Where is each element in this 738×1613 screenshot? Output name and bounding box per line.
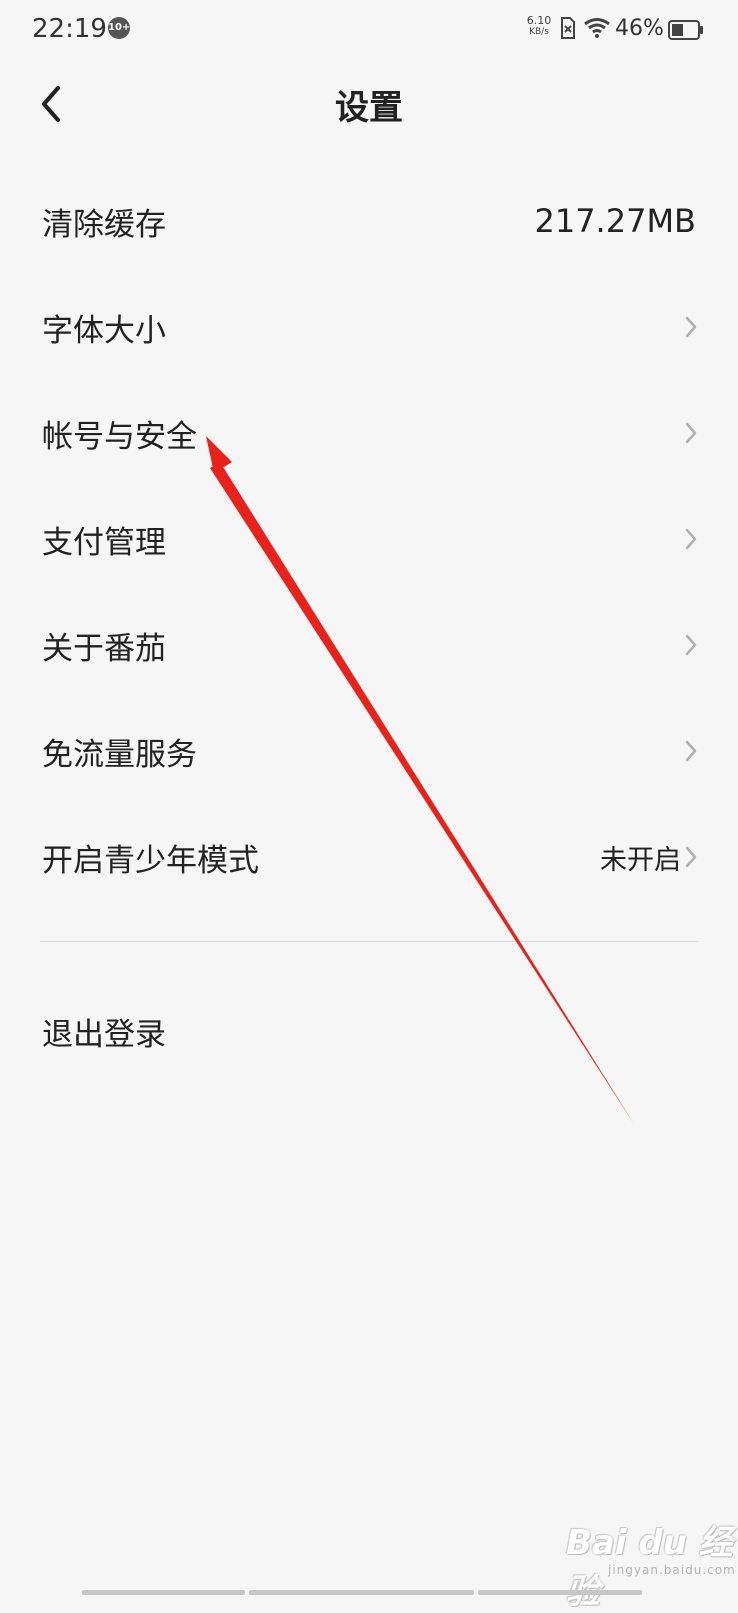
notification-badge-icon: 10+ (108, 17, 130, 39)
wifi-icon (584, 18, 610, 42)
settings-item-about[interactable]: 关于番茄 (0, 592, 738, 698)
cache-size-value: 217.27MB (534, 202, 696, 240)
battery-percent: 46% (615, 16, 664, 41)
settings-item-label: 支付管理 (42, 524, 166, 561)
chevron-right-icon (685, 846, 697, 868)
status-bar: 22:19 10+ 6.10 KB/s 46% (0, 0, 738, 60)
chevron-right-icon (685, 316, 697, 338)
sim-no-signal-icon (560, 17, 576, 43)
teen-mode-status: 未开启 (600, 844, 681, 876)
settings-item-label: 清除缓存 (42, 206, 166, 243)
bottom-nav-segment (82, 1590, 245, 1595)
chevron-right-icon (685, 740, 697, 762)
settings-item-account-security[interactable]: 帐号与安全 (0, 380, 738, 486)
settings-item-clear-cache[interactable]: 清除缓存 217.27MB (0, 168, 738, 274)
bottom-nav-segment (478, 1590, 642, 1595)
status-time: 22:19 (32, 14, 107, 44)
chevron-right-icon (685, 422, 697, 444)
settings-item-label: 关于番茄 (42, 630, 166, 667)
network-speed-value: 6.10 (526, 14, 552, 27)
logout-button[interactable]: 退出登录 (0, 975, 738, 1081)
settings-item-free-data[interactable]: 免流量服务 (0, 698, 738, 804)
watermark-site: jingyan.baidu.com (608, 1563, 736, 1577)
logout-label: 退出登录 (42, 1017, 166, 1053)
baidu-watermark: Bai du 经验 jingyan.baidu.com (566, 1515, 738, 1613)
settings-item-font-size[interactable]: 字体大小 (0, 274, 738, 380)
settings-item-payment[interactable]: 支付管理 (0, 486, 738, 592)
settings-item-teen-mode[interactable]: 开启青少年模式 未开启 (0, 804, 738, 910)
settings-list: 清除缓存 217.27MB 字体大小 帐号与安全 支付管理 关于番茄 免流量服务… (0, 168, 738, 910)
page-title: 设置 (335, 88, 403, 128)
network-speed: 6.10 KB/s (524, 14, 554, 38)
bottom-nav-segment (249, 1590, 474, 1595)
settings-item-label: 字体大小 (42, 312, 166, 349)
battery-icon (668, 20, 704, 44)
divider (40, 941, 698, 942)
chevron-right-icon (685, 528, 697, 550)
network-speed-unit: KB/s (529, 27, 549, 37)
settings-item-label: 帐号与安全 (42, 418, 197, 455)
navigation-bar: 设置 (0, 60, 738, 150)
chevron-right-icon (685, 634, 697, 656)
settings-item-label: 开启青少年模式 (42, 842, 259, 879)
settings-item-label: 免流量服务 (42, 736, 197, 773)
